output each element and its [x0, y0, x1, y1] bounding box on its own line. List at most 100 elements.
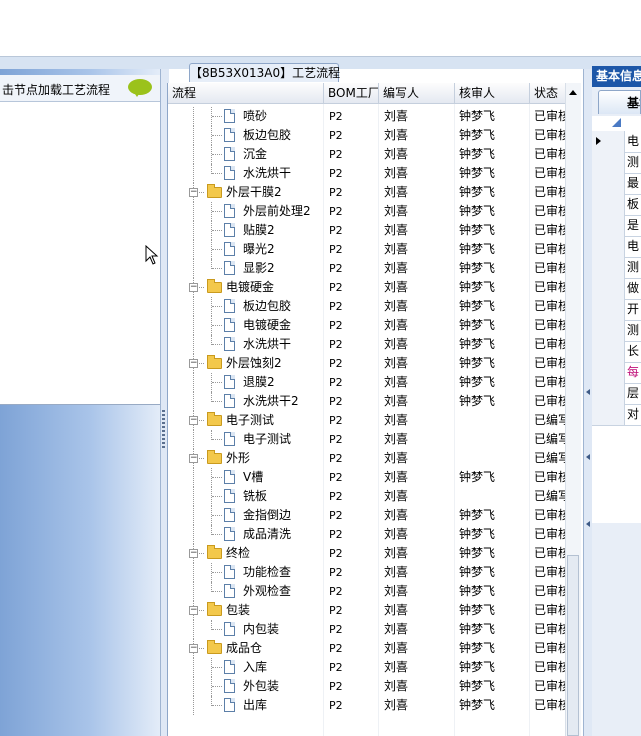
tree-node-label: 终检 [226, 546, 251, 560]
column-header-status[interactable]: 状态 [530, 83, 566, 104]
tree-row[interactable]: 外包装 P2 刘喜 钟梦飞 已审核 [168, 677, 566, 696]
row-selector[interactable] [592, 383, 625, 404]
tree-row[interactable]: − 成品仓 P2 刘喜 钟梦飞 已审核 [168, 639, 566, 658]
basic-info-row[interactable]: 电 [592, 131, 641, 153]
collapse-node-icon[interactable]: − [189, 606, 198, 615]
vertical-scrollbar[interactable] [565, 83, 581, 736]
tree-connector [193, 335, 194, 354]
left-tree-area[interactable] [0, 102, 160, 405]
tree-row[interactable]: 电镀硬金 P2 刘喜 钟梦飞 已审核 [168, 316, 566, 335]
basic-info-row[interactable]: 是 [592, 215, 641, 237]
row-selector[interactable] [592, 236, 625, 257]
row-selector[interactable] [592, 404, 625, 425]
scrollbar-thumb[interactable] [567, 555, 579, 736]
basic-info-row[interactable]: 测 [592, 320, 641, 342]
tree-row[interactable]: 贴膜2 P2 刘喜 钟梦飞 已审核 [168, 221, 566, 240]
row-selector[interactable] [592, 320, 625, 341]
tree-row[interactable]: 外层前处理2 P2 刘喜 钟梦飞 已审核 [168, 202, 566, 221]
tree-row[interactable]: 显影2 P2 刘喜 钟梦飞 已审核 [168, 259, 566, 278]
tree-connector [212, 249, 222, 250]
basic-info-row[interactable]: 长 [592, 341, 641, 363]
tree-row[interactable]: − 外形 P2 刘喜 已编写 [168, 449, 566, 468]
tree-row[interactable]: 成品清洗 P2 刘喜 钟梦飞 已审核 [168, 525, 566, 544]
basic-info-row[interactable]: 最 [592, 173, 641, 195]
basic-info-row[interactable]: 层 [592, 383, 641, 405]
column-header-reviewer[interactable]: 核审人 [455, 83, 530, 104]
document-icon [224, 660, 235, 674]
row-selector[interactable] [592, 215, 625, 236]
tree-row[interactable]: 金指倒边 P2 刘喜 钟梦飞 已审核 [168, 506, 566, 525]
status-cell: 已审核 [534, 109, 566, 123]
basic-info-row[interactable]: 开 [592, 299, 641, 321]
tree-row[interactable]: − 包装 P2 刘喜 钟梦飞 已审核 [168, 601, 566, 620]
tree-row[interactable]: 功能检查 P2 刘喜 钟梦飞 已审核 [168, 563, 566, 582]
tree-row[interactable]: 曝光2 P2 刘喜 钟梦飞 已审核 [168, 240, 566, 259]
bom-factory-cell: P2 [329, 623, 343, 636]
tree-node-label: 电镀硬金 [243, 318, 292, 332]
mouse-cursor-icon [145, 245, 159, 265]
row-selector[interactable] [592, 341, 625, 362]
writer-cell: 刘喜 [384, 489, 409, 503]
collapse-node-icon[interactable]: − [189, 188, 198, 197]
row-selector[interactable] [592, 299, 625, 320]
row-selector[interactable] [592, 278, 625, 299]
collapse-left-icon[interactable] [586, 521, 590, 527]
basic-info-row[interactable]: 电 [592, 236, 641, 258]
tree-row[interactable]: 喷砂 P2 刘喜 钟梦飞 已审核 [168, 107, 566, 126]
tab-basic[interactable]: 基本 [598, 90, 641, 114]
basic-info-row[interactable]: 板 [592, 194, 641, 216]
collapse-node-icon[interactable]: − [189, 644, 198, 653]
tree-row[interactable]: − 外层干膜2 P2 刘喜 钟梦飞 已审核 [168, 183, 566, 202]
tree-row[interactable]: − 电子测试 P2 刘喜 已编写 [168, 411, 566, 430]
row-selector[interactable] [592, 131, 625, 152]
tree-row[interactable]: − 电镀硬金 P2 刘喜 钟梦飞 已审核 [168, 278, 566, 297]
tree-row[interactable]: 水洗烘干 P2 刘喜 钟梦飞 已审核 [168, 335, 566, 354]
row-selector[interactable] [592, 257, 625, 278]
document-icon [224, 128, 235, 142]
tree-row[interactable]: 板边包胶 P2 刘喜 钟梦飞 已审核 [168, 297, 566, 316]
tree-row[interactable]: 出库 P2 刘喜 钟梦飞 已审核 [168, 696, 566, 715]
basic-info-row[interactable]: 测 [592, 152, 641, 174]
basic-info-label: 开 [627, 302, 640, 316]
collapse-node-icon[interactable]: − [189, 359, 198, 368]
collapse-node-icon[interactable]: − [189, 549, 198, 558]
row-selector[interactable] [592, 362, 625, 383]
collapse-node-icon[interactable]: − [189, 416, 198, 425]
basic-info-row[interactable]: 测 [592, 257, 641, 279]
tree-row[interactable]: 铣板 P2 刘喜 已编写 [168, 487, 566, 506]
process-flow-title-tab[interactable]: 【8B53X013A0】工艺流程 [189, 63, 340, 82]
tree-row[interactable]: 入库 P2 刘喜 钟梦飞 已审核 [168, 658, 566, 677]
tree-row[interactable]: 外观检查 P2 刘喜 钟梦飞 已审核 [168, 582, 566, 601]
tree-row[interactable]: 电子测试 P2 刘喜 已编写 [168, 430, 566, 449]
tree-row[interactable]: 板边包胶 P2 刘喜 钟梦飞 已审核 [168, 126, 566, 145]
row-selector[interactable] [592, 173, 625, 194]
basic-info-label: 测 [627, 323, 640, 337]
tree-row[interactable]: 沉金 P2 刘喜 钟梦飞 已审核 [168, 145, 566, 164]
column-header-writer[interactable]: 编写人 [379, 83, 455, 104]
tree-row[interactable]: − 终检 P2 刘喜 钟梦飞 已审核 [168, 544, 566, 563]
tree-connector [193, 582, 194, 601]
tree-row[interactable]: 退膜2 P2 刘喜 钟梦飞 已审核 [168, 373, 566, 392]
column-header-bom[interactable]: BOM工厂 [324, 83, 379, 104]
tree-row[interactable]: 水洗烘干 P2 刘喜 钟梦飞 已审核 [168, 164, 566, 183]
row-selector[interactable] [592, 194, 625, 215]
scroll-up-icon[interactable] [569, 90, 577, 95]
basic-info-row[interactable]: 对 [592, 404, 641, 426]
tree-row[interactable]: 水洗烘干2 P2 刘喜 钟梦飞 已审核 [168, 392, 566, 411]
column-header-flow[interactable]: 流程 [168, 83, 324, 104]
collapse-left-icon[interactable] [586, 389, 590, 395]
bom-factory-cell: P2 [329, 281, 343, 294]
collapse-left-icon[interactable] [586, 454, 590, 460]
basic-info-grid: 电测最板是电测做开测长每层对 [592, 116, 641, 523]
tree-row[interactable]: V槽 P2 刘喜 钟梦飞 已审核 [168, 468, 566, 487]
tree-node-label: 内包装 [243, 622, 280, 636]
bom-factory-cell: P2 [329, 414, 343, 427]
basic-info-row[interactable]: 做 [592, 278, 641, 300]
collapse-node-icon[interactable]: − [189, 454, 198, 463]
row-selector[interactable] [592, 152, 625, 173]
speech-bubble-icon[interactable] [128, 79, 152, 97]
tree-row[interactable]: − 外层蚀刻2 P2 刘喜 钟梦飞 已审核 [168, 354, 566, 373]
basic-info-row[interactable]: 每 [592, 362, 641, 384]
collapse-node-icon[interactable]: − [189, 283, 198, 292]
tree-row[interactable]: 内包装 P2 刘喜 钟梦飞 已审核 [168, 620, 566, 639]
